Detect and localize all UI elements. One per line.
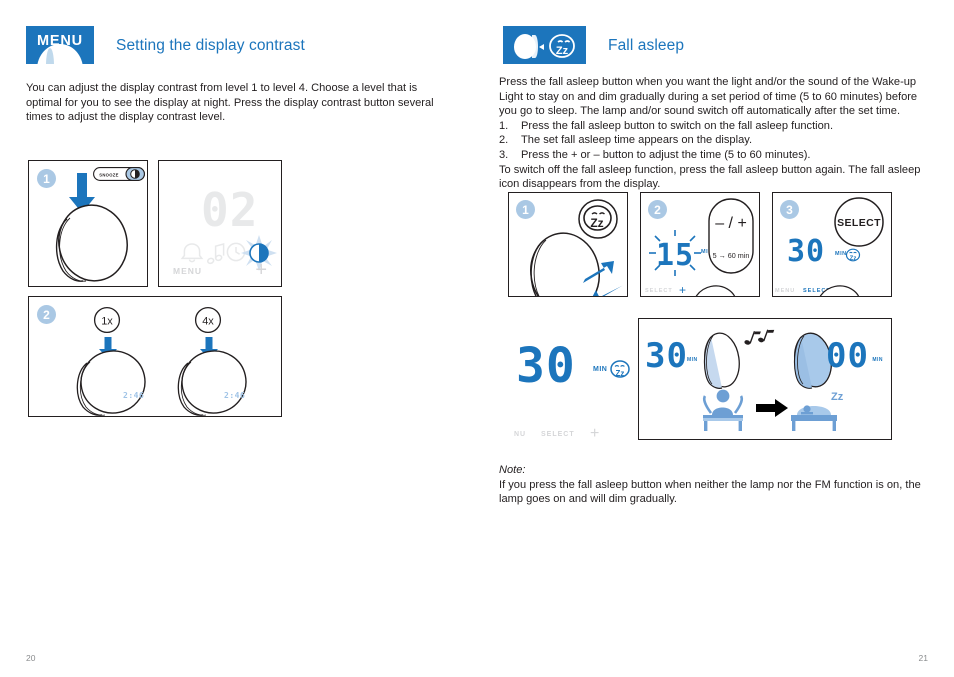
- right-outro-paragraph: To switch off the fall asleep function, …: [499, 163, 921, 191]
- wake-up-light-lamp-icon: 2:46: [76, 350, 146, 416]
- fall-asleep-time-display: 30: [787, 234, 826, 269]
- list-item: 3. Press the + or – button to adjust the…: [499, 148, 931, 163]
- snooze-bar-icon: SNOOZE: [93, 167, 145, 181]
- select-label: SELECT: [837, 217, 881, 229]
- svg-text:Zz: Zz: [616, 369, 625, 378]
- note-label: Note:: [499, 464, 526, 476]
- left-intro-paragraph: You can adjust the display contrast from…: [26, 82, 434, 124]
- press-arrow-icon: [583, 261, 623, 296]
- right-intro-text: Press the fall asleep button when you wa…: [499, 75, 931, 192]
- select-button-icon: SELECT: [834, 197, 884, 247]
- fall-asleep-zz-icon: Zz: [845, 248, 861, 262]
- page-title: Fall asleep: [608, 37, 685, 54]
- lamp-display-faint-2: 2:46: [224, 391, 245, 400]
- fall-asleep-zz-icon: Zz: [610, 360, 630, 378]
- right-page-number: 21: [918, 653, 928, 663]
- press-count-1x-icon: 1x: [93, 306, 121, 334]
- step-text: Press the fall asleep button to switch o…: [521, 119, 834, 132]
- svg-text:Zz: Zz: [850, 256, 857, 262]
- wake-up-light-lamp-icon: 2:46: [177, 350, 247, 416]
- step-badge-2: 2: [648, 200, 667, 219]
- contrast-level-display: 02: [201, 183, 259, 237]
- right-intro-paragraph: Press the fall asleep button when you wa…: [499, 76, 918, 118]
- person-awake-in-bed-icon: [702, 389, 744, 431]
- dimming-end-value: 00: [826, 336, 869, 376]
- list-item: 2. The set fall asleep time appears on t…: [499, 133, 931, 148]
- zz-text: Zz: [831, 391, 844, 403]
- fall-asleep-badge: Zz: [503, 26, 586, 64]
- page-title: Setting the display contrast: [116, 37, 305, 54]
- fall-asleep-steps-list: 1. Press the fall asleep button to switc…: [499, 119, 931, 163]
- press-count-4x-icon: 4x: [194, 306, 222, 334]
- fall-asleep-time-display: 30: [516, 338, 576, 394]
- select-soft-label: SELECT: [541, 431, 575, 438]
- note-text: If you press the fall asleep button when…: [499, 478, 921, 506]
- press-count-4x-label: 4x: [202, 316, 214, 328]
- lamp-display-faint-1: 2:46: [123, 391, 144, 400]
- step-number: 2.: [499, 134, 509, 147]
- figure-fall-asleep-step3-panel: 3 SELECT 30 MIN Zz MENU SELECT +: [772, 192, 892, 297]
- step-badge-1: 1: [37, 169, 56, 188]
- left-page-number: 20: [26, 653, 36, 663]
- menu-soft-label: MENU: [173, 266, 203, 276]
- wake-up-light-lamp-icon: [816, 285, 862, 296]
- step-badge-3: 3: [780, 200, 799, 219]
- plus-soft-label: +: [255, 259, 267, 281]
- right-page: Zz Fall asleep Press the fall asleep but…: [477, 0, 954, 677]
- alarm-bell-icon: [180, 243, 204, 263]
- select-soft-label: SELECT: [645, 288, 673, 294]
- min-label: MIN: [872, 357, 883, 363]
- list-item: 1. Press the fall asleep button to switc…: [499, 119, 931, 134]
- right-arrow-icon: [756, 399, 788, 417]
- min-label: MIN: [593, 366, 608, 373]
- min-label: MIN: [687, 357, 698, 363]
- wake-up-light-lamp-icon: [692, 285, 738, 296]
- figure-display-contrast-panel: 02 MENU +: [158, 160, 282, 287]
- left-intro-text: You can adjust the display contrast from…: [26, 81, 446, 125]
- figure-press-count-panel: 2 1x 2:46 4x 2:46: [28, 296, 282, 417]
- sound-direction-icon: [539, 44, 544, 50]
- nu-soft-label: NU: [514, 431, 527, 438]
- plus-soft-label: +: [679, 283, 687, 297]
- step-number: 3.: [499, 148, 509, 161]
- plus-soft-label: +: [590, 425, 600, 442]
- step-badge-2: 2: [37, 305, 56, 324]
- fall-asleep-time-value: 15: [656, 238, 694, 273]
- left-page-header: MENU Setting the display contrast: [26, 26, 305, 64]
- step-text: The set fall asleep time appears on the …: [521, 134, 753, 147]
- press-count-1x-label: 1x: [101, 316, 113, 328]
- figure-fall-asleep-step2-panel: 2 15 MIN Zz – / +: [640, 192, 760, 297]
- wake-up-light-lamp-icon: [56, 204, 128, 282]
- dimming-start-value: 30: [645, 336, 688, 376]
- step-badge-1: 1: [516, 200, 535, 219]
- fall-asleep-zz-icon: Zz: [549, 34, 575, 58]
- fall-asleep-time-display-blinking: 15: [649, 230, 701, 276]
- svg-text:Zz: Zz: [556, 45, 569, 57]
- figure-dimming-sequence-panel: 30 MIN Zz 00 MIN: [638, 318, 892, 440]
- time-range-label: 5 → 60 min: [713, 251, 750, 260]
- minus-plus-button-icon: – / + 5 → 60 min: [708, 198, 754, 274]
- music-notes-icon: [744, 329, 775, 345]
- person-asleep-in-bed-icon: Zz: [791, 391, 844, 431]
- minus-plus-label: – / +: [715, 215, 747, 232]
- right-page-header: Zz Fall asleep: [503, 26, 684, 64]
- menu-soft-label: MENU: [775, 288, 796, 294]
- step-number: 1.: [499, 119, 509, 132]
- note-block: Note: If you press the fall asleep butto…: [499, 463, 931, 507]
- snooze-label: SNOOZE: [99, 173, 118, 178]
- left-page: MENU Setting the display contrast You ca…: [0, 0, 477, 677]
- fall-asleep-lamp-edge: [532, 35, 538, 58]
- figure-contrast-press-panel: 1 SNOOZE: [28, 160, 148, 287]
- step-text: Press the + or – button to adjust the ti…: [521, 148, 811, 161]
- figure-fall-asleep-step1-panel: 1 Zz: [508, 192, 628, 297]
- menu-badge: MENU: [26, 26, 94, 64]
- figure-fall-asleep-display: 30 MIN Zz NU SELECT +: [508, 316, 658, 444]
- wake-up-light-lamp-bright-icon: [703, 332, 740, 389]
- manual-page-spread: MENU Setting the display contrast You ca…: [0, 0, 954, 677]
- zz-text: Zz: [590, 216, 603, 230]
